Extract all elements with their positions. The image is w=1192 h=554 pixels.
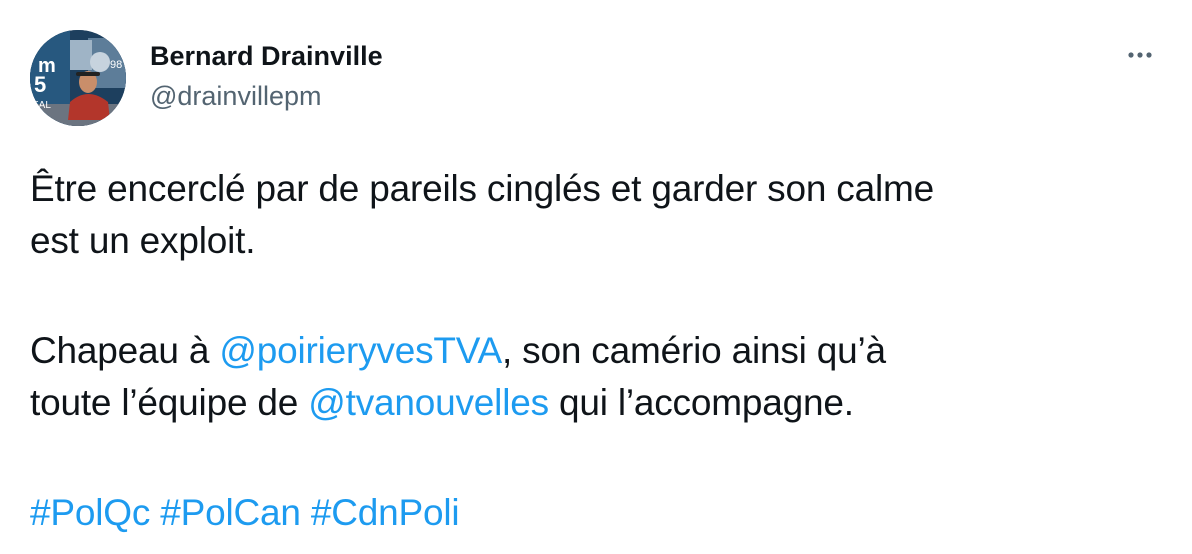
hashtag-line: #PolQc #PolCan #CdnPoli bbox=[30, 487, 1170, 539]
tweet-line: Être encerclé par de pareils cinglés et … bbox=[30, 168, 934, 209]
hashtag-link-polcan[interactable]: #PolCan bbox=[160, 492, 301, 533]
hashtag-link-cdnpoli[interactable]: #CdnPoli bbox=[311, 492, 460, 533]
author-avatar[interactable]: m 5 EAL 98 bbox=[30, 30, 126, 126]
tweet-card: m 5 EAL 98 Bernard Drainville @drainvill… bbox=[0, 0, 1192, 554]
tweet-text-segment: Chapeau à bbox=[30, 330, 220, 371]
author-display-name[interactable]: Bernard Drainville bbox=[150, 40, 383, 72]
tweet-text: Être encerclé par de pareils cinglés et … bbox=[30, 163, 1170, 539]
svg-text:EAL: EAL bbox=[32, 100, 51, 111]
tweet-line: toute l’équipe de @tvanouvelles qui l’ac… bbox=[30, 377, 1170, 429]
tweet-text-segment: toute l’équipe de bbox=[30, 382, 309, 423]
mention-link-poirieryvestva[interactable]: @poirieryvesTVA bbox=[219, 330, 502, 371]
mention-link-tvanouvelles[interactable]: @tvanouvelles bbox=[308, 382, 549, 423]
tweet-line: est un exploit. bbox=[30, 220, 256, 261]
tweet-text-segment: qui l’accompagne. bbox=[548, 382, 854, 423]
more-options-icon bbox=[1128, 52, 1152, 58]
author-info: Bernard Drainville @drainvillepm bbox=[150, 40, 383, 112]
tweet-line: Chapeau à @poirieryvesTVA, son camério a… bbox=[30, 325, 1170, 377]
svg-text:5: 5 bbox=[34, 72, 46, 97]
svg-text:98: 98 bbox=[110, 59, 122, 71]
tweet-text-segment: , son camério ainsi qu’à bbox=[502, 330, 886, 371]
author-handle[interactable]: @drainvillepm bbox=[150, 80, 383, 112]
hashtag-link-polqc[interactable]: #PolQc bbox=[30, 492, 150, 533]
more-options-button[interactable] bbox=[1124, 40, 1164, 70]
avatar-photo-icon: m 5 EAL 98 bbox=[30, 30, 126, 126]
